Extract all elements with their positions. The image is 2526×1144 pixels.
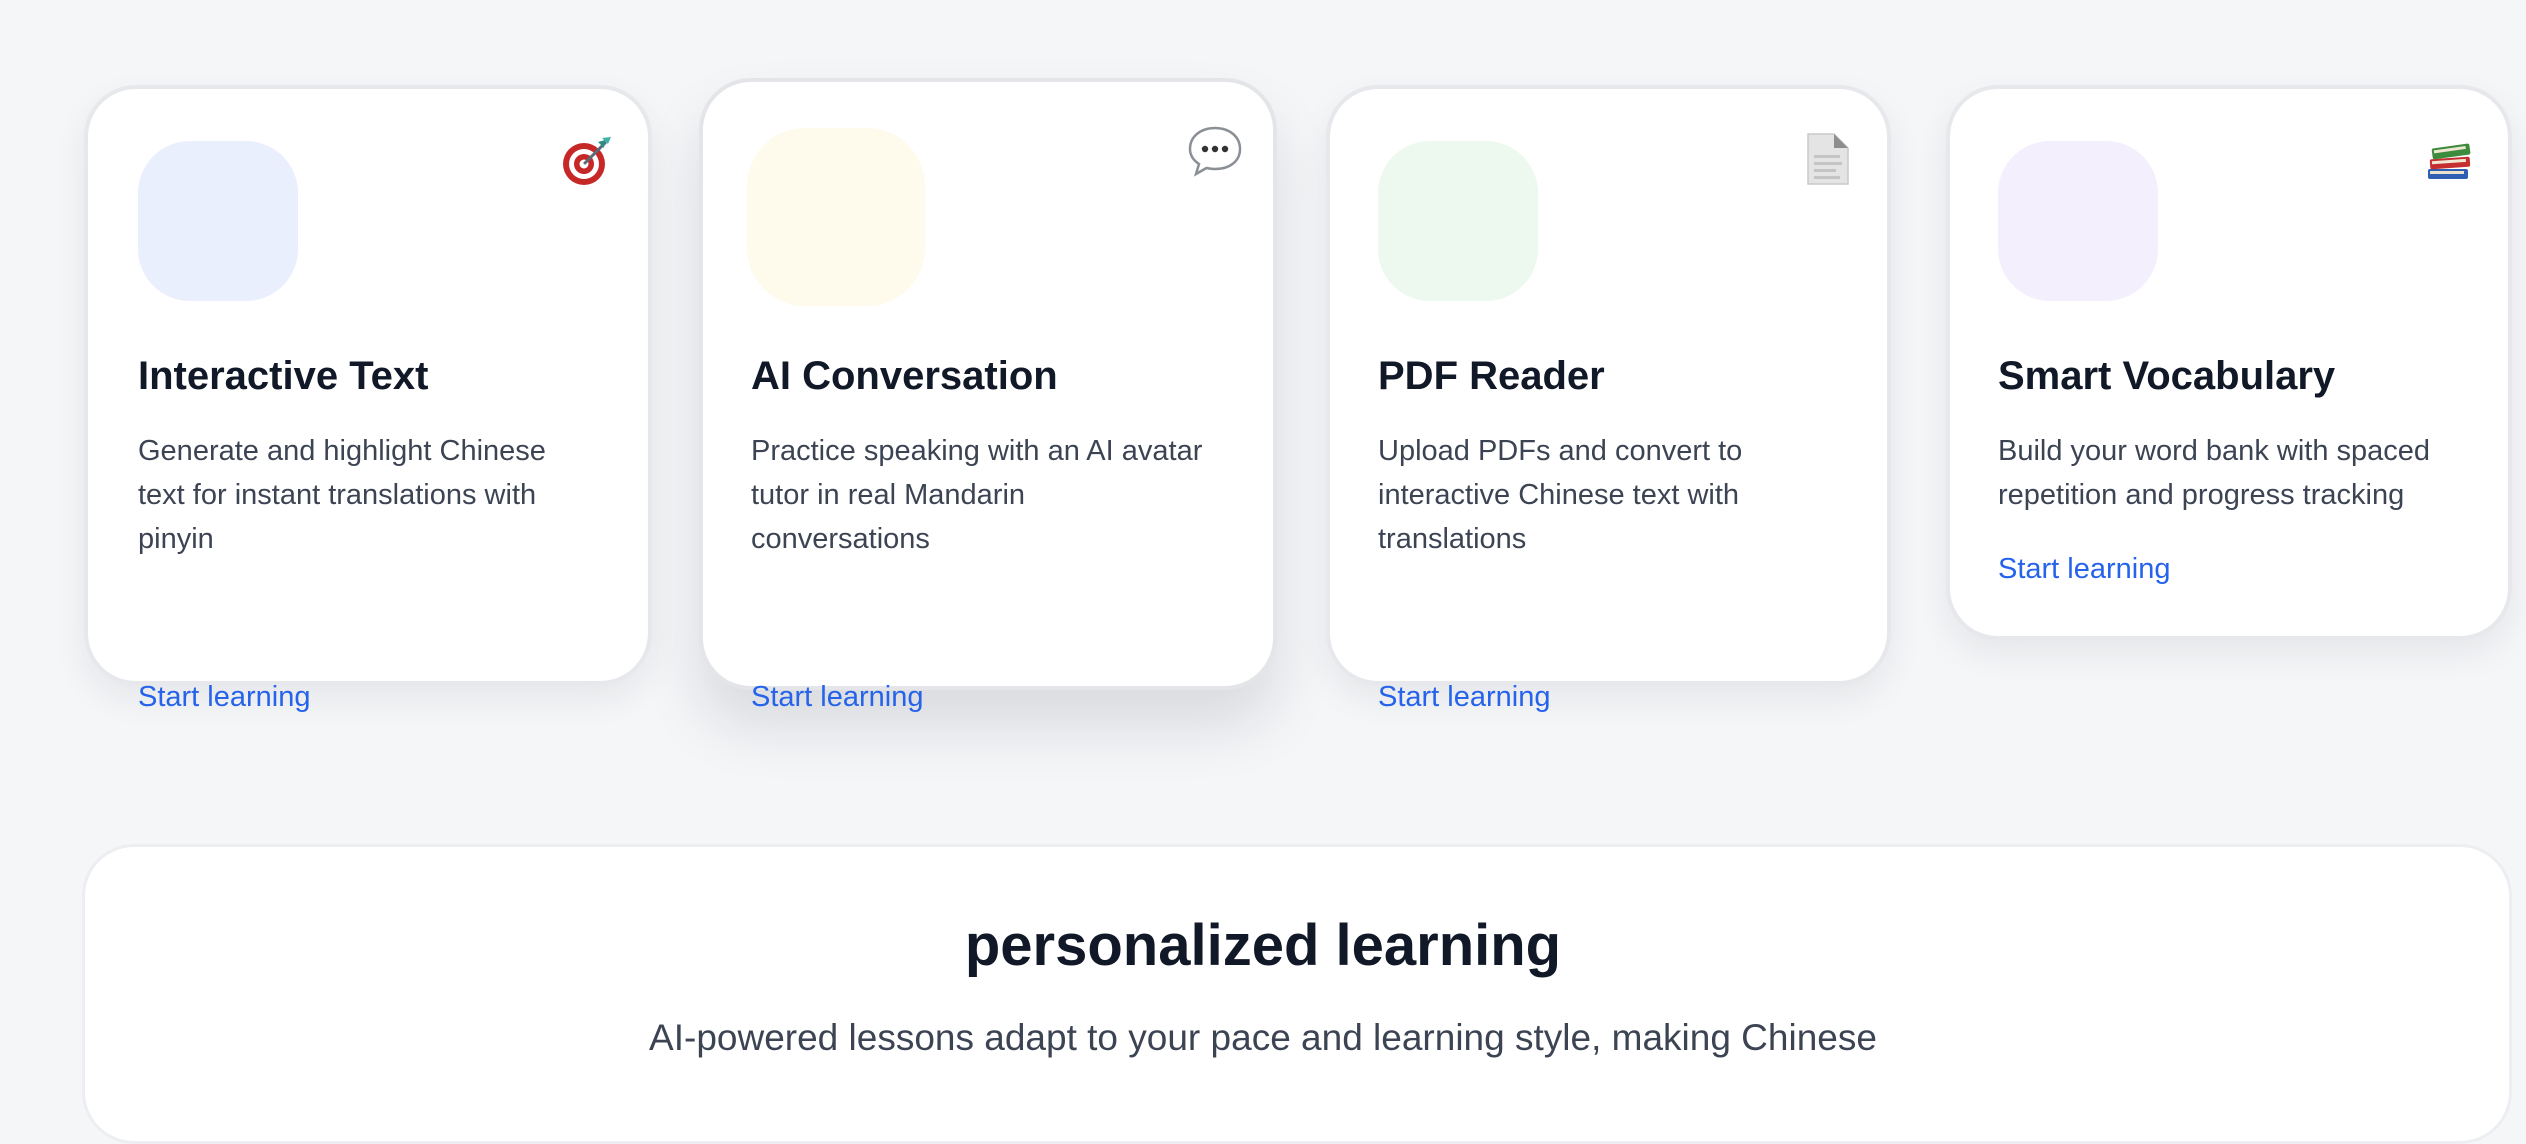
personalized-learning-section — [82, 844, 2512, 1144]
feature-card-interactive-text[interactable]: Interactive Text Generate and highlight … — [84, 85, 652, 713]
start-learning-link[interactable]: Start learning — [751, 677, 924, 717]
start-learning-link[interactable]: Start learning — [138, 677, 311, 717]
feature-description: Build your word bank with spaced repetit… — [1998, 435, 2431, 511]
feature-description: Upload PDFs and convert to interactive C… — [1378, 435, 1743, 555]
feature-icon-tile — [1378, 141, 1538, 301]
feature-icon-tile — [138, 141, 298, 301]
feature-icon-tile — [747, 128, 925, 306]
section-title: personalized learning — [964, 913, 1562, 978]
feature-description: Generate and highlight Chinese text for … — [138, 435, 546, 555]
feature-card-pdf-reader[interactable]: PDF Reader Upload PDFs and convert to in… — [1326, 85, 1891, 713]
start-learning-link[interactable]: Start learning — [1378, 677, 1551, 717]
section-subtitle: AI-powered lessons adapt to your pace an… — [649, 1017, 1877, 1058]
books-icon — [2428, 143, 2471, 179]
document-icon — [1807, 133, 1849, 185]
feature-title: PDF Reader — [1378, 354, 1605, 398]
feature-title: Smart Vocabulary — [1998, 354, 2336, 398]
feature-title: AI Conversation — [751, 354, 1058, 398]
feature-card-smart-vocabulary[interactable]: Smart Vocabulary Build your word bank wi… — [1946, 85, 2512, 640]
speech-bubble-icon — [1188, 126, 1242, 177]
feature-description: Practice speaking with an AI avatar tuto… — [751, 435, 1203, 555]
feature-card-ai-conversation[interactable]: AI Conversation Practice speaking with a… — [699, 78, 1277, 713]
target-icon — [563, 137, 611, 185]
feature-icon-tile — [1998, 141, 2158, 301]
start-learning-link[interactable]: Start learning — [1998, 549, 2171, 589]
feature-title: Interactive Text — [138, 354, 429, 398]
